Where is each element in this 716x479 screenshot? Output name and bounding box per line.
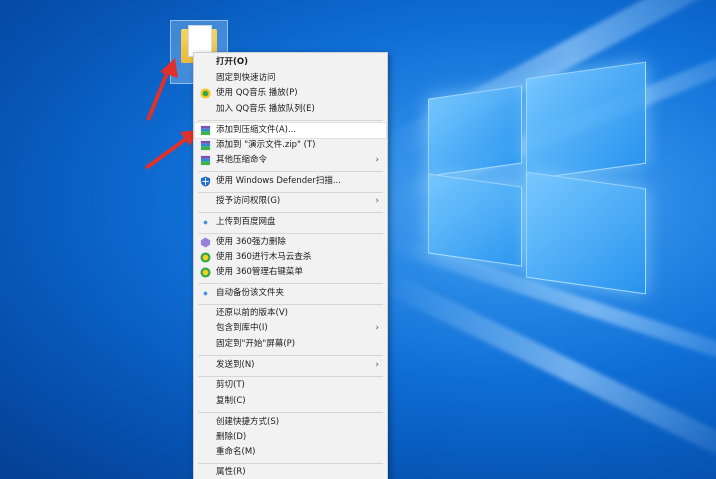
menu-item-label: 发送到(N): [216, 360, 255, 370]
menu-item-label: 自动备份该文件夹: [216, 288, 285, 298]
menu-item-rename[interactable]: 重命名(M): [195, 445, 386, 460]
menu-item-give-access[interactable]: 授予访问权限(G) ›: [195, 194, 386, 209]
menu-item-defender-scan[interactable]: 使用 Windows Defender扫描...: [195, 174, 386, 189]
menu-item-qq-queue[interactable]: 加入 QQ音乐 播放队列(E): [195, 102, 386, 117]
menu-item-label: 删除(D): [216, 432, 247, 442]
baidu-cloud-icon: [203, 220, 208, 225]
menu-item-pin-start[interactable]: 固定到"开始"屏幕(P): [195, 337, 386, 352]
360-manage-icon: [200, 267, 211, 278]
menu-item-label: 授予访问权限(G): [216, 196, 281, 206]
menu-separator: [198, 233, 383, 234]
archive-icon: [200, 125, 211, 136]
baidu-backup-icon: [203, 291, 208, 296]
menu-item-label: 复制(C): [216, 396, 246, 406]
archive-icon: [200, 140, 211, 151]
menu-item-label: 创建快捷方式(S): [216, 417, 280, 427]
menu-item-label: 添加到压缩文件(A)...: [216, 125, 297, 135]
menu-item-open[interactable]: 打开(O): [195, 55, 386, 70]
windows-logo-pane: [428, 85, 522, 177]
menu-item-label: 使用 360进行木马云查杀: [216, 252, 312, 262]
desktop-background: 演 打开(O) 固定到快速访问 使用 QQ音乐 播放(P) 加入 QQ音乐 播放…: [0, 0, 716, 479]
qq-music-icon: [200, 88, 211, 99]
menu-item-send-to[interactable]: 发送到(N) ›: [195, 358, 386, 373]
menu-item-other-compress[interactable]: 其他压缩命令 ›: [195, 153, 386, 168]
annotation-arrow: [144, 130, 198, 170]
menu-item-label: 使用 Windows Defender扫描...: [216, 176, 341, 186]
360-delete-icon: [200, 237, 211, 248]
defender-icon: [200, 176, 211, 187]
menu-item-label: 固定到快速访问: [216, 73, 276, 83]
menu-item-label: 加入 QQ音乐 播放队列(E): [216, 104, 315, 114]
menu-item-label: 重命名(M): [216, 447, 256, 457]
menu-item-label: 使用 360强力删除: [216, 237, 286, 247]
menu-item-delete[interactable]: 删除(D): [195, 430, 386, 445]
menu-separator: [198, 376, 383, 377]
archive-icon: [200, 155, 211, 166]
menu-item-auto-backup[interactable]: 自动备份该文件夹: [195, 286, 386, 301]
menu-item-include-library[interactable]: 包含到库中(I) ›: [195, 321, 386, 336]
menu-separator: [198, 304, 383, 305]
menu-item-cut[interactable]: 剪切(T): [195, 378, 386, 393]
menu-item-label: 属性(R): [216, 467, 246, 477]
context-menu: 打开(O) 固定到快速访问 使用 QQ音乐 播放(P) 加入 QQ音乐 播放队列…: [193, 52, 388, 479]
menu-item-restore-versions[interactable]: 还原以前的版本(V): [195, 306, 386, 321]
chevron-right-icon: ›: [375, 155, 379, 165]
menu-item-qq-play[interactable]: 使用 QQ音乐 播放(P): [195, 86, 386, 101]
menu-item-create-shortcut[interactable]: 创建快捷方式(S): [195, 415, 386, 430]
menu-item-label: 剪切(T): [216, 380, 245, 390]
menu-separator: [198, 120, 383, 121]
menu-item-copy[interactable]: 复制(C): [195, 394, 386, 409]
menu-item-label: 添加到 "演示文件.zip" (T): [216, 140, 316, 150]
menu-item-add-archive[interactable]: 添加到压缩文件(A)...: [194, 122, 387, 139]
menu-separator: [198, 355, 383, 356]
menu-item-label: 上传到百度网盘: [216, 217, 276, 227]
menu-item-properties[interactable]: 属性(R): [195, 465, 386, 479]
menu-item-add-zip[interactable]: 添加到 "演示文件.zip" (T): [195, 138, 386, 153]
light-beam: [376, 269, 716, 473]
menu-item-pin-quick-access[interactable]: 固定到快速访问: [195, 71, 386, 86]
menu-item-label: 其他压缩命令: [216, 155, 268, 165]
menu-item-label: 固定到"开始"屏幕(P): [216, 339, 296, 349]
menu-item-360-scan[interactable]: 使用 360进行木马云查杀: [195, 250, 386, 265]
menu-item-label: 使用 360管理右键菜单: [216, 267, 303, 277]
menu-item-label: 使用 QQ音乐 播放(P): [216, 88, 298, 98]
menu-item-label: 还原以前的版本(V): [216, 308, 288, 318]
menu-separator: [198, 212, 383, 213]
360-scan-icon: [200, 252, 211, 263]
chevron-right-icon: ›: [375, 323, 379, 333]
menu-separator: [198, 463, 383, 464]
chevron-right-icon: ›: [375, 196, 379, 206]
chevron-right-icon: ›: [375, 360, 379, 370]
menu-item-360-manage[interactable]: 使用 360管理右键菜单: [195, 265, 386, 280]
windows-logo-pane: [428, 173, 522, 267]
windows-logo-pane: [526, 61, 646, 181]
menu-item-label: 包含到库中(I): [216, 323, 268, 333]
menu-separator: [198, 283, 383, 284]
windows-logo-pane: [526, 171, 646, 295]
menu-separator: [198, 412, 383, 413]
menu-item-360-delete[interactable]: 使用 360强力删除: [195, 235, 386, 250]
menu-item-label: 打开(O): [216, 57, 248, 67]
menu-separator: [198, 171, 383, 172]
menu-separator: [198, 192, 383, 193]
menu-item-upload-baidu[interactable]: 上传到百度网盘: [195, 215, 386, 230]
